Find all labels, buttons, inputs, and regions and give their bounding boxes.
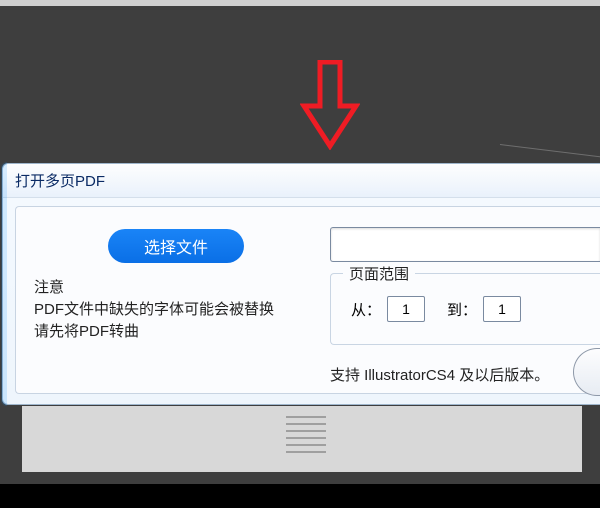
choose-file-button[interactable]: 选择文件 (108, 229, 244, 263)
page-range-group: 页面范围 从： 到： (330, 273, 600, 345)
bottom-frame-strip (0, 484, 600, 508)
red-arrow-down-icon (300, 60, 360, 150)
dialog-body: 选择文件 注意 PDF文件中缺失的字体可能会被替换 请先将PDF转曲 页面范围 … (15, 206, 600, 394)
screenshot-line-artifact (500, 144, 600, 160)
page-to-input[interactable] (483, 296, 521, 322)
file-path-input[interactable] (330, 227, 600, 262)
document-lines-icon (280, 412, 332, 462)
notice-line-2: 请先将PDF转曲 (34, 321, 294, 343)
from-label: 从： (351, 299, 381, 320)
to-label: 到： (447, 299, 477, 320)
dialog-title: 打开多页PDF (15, 170, 105, 191)
page-range-legend: 页面范围 (343, 263, 415, 284)
dialog-titlebar[interactable]: 打开多页PDF (3, 164, 600, 198)
notice-block: 注意 PDF文件中缺失的字体可能会被替换 请先将PDF转曲 (34, 277, 294, 343)
notice-line-1: PDF文件中缺失的字体可能会被替换 (34, 299, 294, 321)
top-edge-strip (0, 0, 600, 6)
notice-heading: 注意 (34, 277, 294, 299)
open-multipage-pdf-dialog: 打开多页PDF 选择文件 注意 PDF文件中缺失的字体可能会被替换 请先将PDF… (2, 163, 600, 405)
support-text: 支持 IllustratorCS4 及以后版本。 (330, 364, 600, 385)
page-from-input[interactable] (387, 296, 425, 322)
page-range-row: 从： 到： (351, 296, 521, 322)
